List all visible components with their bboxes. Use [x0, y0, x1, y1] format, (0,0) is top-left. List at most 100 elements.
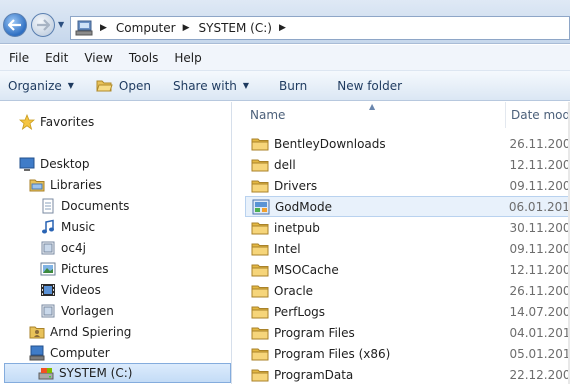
- folder-icon: [251, 304, 269, 320]
- open-button[interactable]: Open: [96, 79, 151, 93]
- forward-button[interactable]: [31, 13, 55, 37]
- tree-documents[interactable]: Documents: [40, 196, 129, 216]
- tree-label: Libraries: [50, 178, 102, 192]
- folder-icon: [251, 346, 269, 362]
- file-name: GodMode: [275, 199, 332, 214]
- column-name-label: Name: [250, 108, 286, 122]
- tree-label: Desktop: [40, 157, 90, 171]
- open-label: Open: [118, 78, 151, 93]
- tree-videos[interactable]: Videos: [40, 280, 101, 300]
- sort-ascending-icon: ▲: [369, 102, 376, 111]
- folder-icon: [251, 157, 269, 173]
- column-date-label: Date modif: [511, 108, 570, 122]
- library-folder-icon: [41, 304, 55, 318]
- folder-icon: [251, 136, 269, 152]
- tree-system-c[interactable]: SYSTEM (C:): [4, 363, 231, 383]
- menu-file[interactable]: File: [9, 51, 29, 65]
- organize-button[interactable]: Organize ▼: [8, 79, 74, 93]
- file-date: 05.01.2010 1: [509, 346, 570, 361]
- share-with-label: Share with: [172, 78, 237, 93]
- folder-icon: [251, 178, 269, 194]
- menu-help[interactable]: Help: [174, 51, 201, 65]
- chevron-down-icon: ▼: [67, 81, 74, 90]
- file-name: Drivers: [274, 178, 318, 193]
- address-box[interactable]: ▶ Computer ▶ SYSTEM (C:) ▶: [70, 16, 570, 40]
- tree-label: Favorites: [40, 115, 95, 129]
- tree-libraries[interactable]: Libraries: [29, 175, 102, 195]
- file-row[interactable]: dell 12.11.2009 1: [245, 154, 570, 175]
- file-date: 04.01.2010 1: [509, 325, 570, 340]
- file-name: Program Files (x86): [274, 346, 391, 361]
- tree-label: Documents: [61, 199, 130, 213]
- file-row[interactable]: PerfLogs 14.07.2009 0: [245, 301, 570, 322]
- file-date: 09.11.2009 2: [509, 178, 570, 193]
- column-header-row: Name ▲ Date modif: [233, 102, 570, 128]
- chevron-right-icon[interactable]: ▶: [100, 23, 107, 33]
- tree-label: Vorlagen: [61, 304, 114, 318]
- navigation-pane: Favorites Desktop Libraries Documents Mu…: [0, 102, 232, 384]
- library-folder-icon: [41, 241, 55, 255]
- tree-user[interactable]: Arnd Spiering: [29, 322, 131, 342]
- tree-desktop[interactable]: Desktop: [19, 154, 90, 174]
- file-row[interactable]: inetpub 30.11.2009 0: [245, 217, 570, 238]
- menu-tools[interactable]: Tools: [129, 51, 159, 65]
- file-date: 30.11.2009 0: [509, 220, 570, 235]
- new-folder-button[interactable]: New folder: [337, 79, 402, 93]
- organize-label: Organize: [8, 78, 62, 93]
- folder-icon: [251, 367, 269, 383]
- file-date: 22.12.2009 1: [509, 367, 570, 382]
- tree-label: Computer: [50, 346, 110, 360]
- recent-pages-dropdown[interactable]: ▼: [58, 20, 68, 30]
- back-arrow-icon: [8, 19, 21, 31]
- folder-icon: [251, 241, 269, 257]
- libraries-icon: [29, 179, 45, 192]
- file-date: 26.11.2009 1: [509, 136, 570, 151]
- file-row[interactable]: Drivers 09.11.2009 2: [245, 175, 570, 196]
- file-date: 12.11.2009 1: [509, 157, 570, 172]
- file-row[interactable]: BentleyDownloads 26.11.2009 1: [245, 133, 570, 154]
- file-row[interactable]: Oracle 26.11.2009 1: [245, 280, 570, 301]
- file-name: Program Files: [274, 325, 355, 340]
- chevron-right-icon[interactable]: ▶: [183, 23, 190, 33]
- documents-icon: [42, 198, 54, 214]
- tree-vorlagen[interactable]: Vorlagen: [40, 301, 114, 321]
- tree-music[interactable]: Music: [40, 217, 95, 237]
- tree-label: Videos: [61, 283, 101, 297]
- menu-view[interactable]: View: [84, 51, 112, 65]
- tree-pictures[interactable]: Pictures: [40, 259, 109, 279]
- control-panel-icon: [252, 199, 270, 215]
- burn-button[interactable]: Burn: [279, 79, 307, 93]
- user-folder-icon: [29, 326, 45, 339]
- file-name: MSOCache: [274, 262, 339, 277]
- file-row[interactable]: Program Files 04.01.2010 1: [245, 322, 570, 343]
- file-row[interactable]: ProgramData 22.12.2009 1: [245, 364, 570, 384]
- computer-icon: [75, 20, 93, 36]
- back-button[interactable]: [3, 13, 27, 37]
- pictures-icon: [40, 262, 56, 276]
- file-date: 12.11.2009 1: [509, 262, 570, 277]
- file-row[interactable]: MSOCache 12.11.2009 1: [245, 259, 570, 280]
- menu-edit[interactable]: Edit: [45, 51, 68, 65]
- column-header-name[interactable]: Name ▲: [233, 102, 506, 128]
- tree-favorites[interactable]: Favorites: [19, 112, 94, 132]
- file-row[interactable]: Intel 09.11.2009 1: [245, 238, 570, 259]
- file-date: 26.11.2009 1: [509, 283, 570, 298]
- column-header-date[interactable]: Date modif: [506, 102, 570, 128]
- file-row[interactable]: GodMode 06.01.2010 1: [245, 196, 570, 217]
- breadcrumb-computer[interactable]: Computer: [116, 21, 176, 35]
- folder-icon: [251, 283, 269, 299]
- chevron-right-icon[interactable]: ▶: [279, 23, 286, 33]
- music-icon: [42, 219, 54, 234]
- tree-computer[interactable]: Computer: [29, 343, 110, 363]
- tree-oc4j[interactable]: oc4j: [40, 238, 86, 258]
- breadcrumb-system-c[interactable]: SYSTEM (C:): [199, 21, 272, 35]
- file-name: Intel: [274, 241, 301, 256]
- tree-label: SYSTEM (C:): [59, 366, 133, 380]
- address-bar-strip: ▼ ▶ Computer ▶ SYSTEM (C:) ▶: [0, 0, 570, 44]
- file-name: dell: [274, 157, 296, 172]
- file-row[interactable]: Program Files (x86) 05.01.2010 1: [245, 343, 570, 364]
- burn-label: Burn: [279, 78, 308, 93]
- file-date: 14.07.2009 0: [509, 304, 570, 319]
- star-icon: [19, 114, 35, 130]
- share-with-button[interactable]: Share with ▼: [173, 79, 249, 93]
